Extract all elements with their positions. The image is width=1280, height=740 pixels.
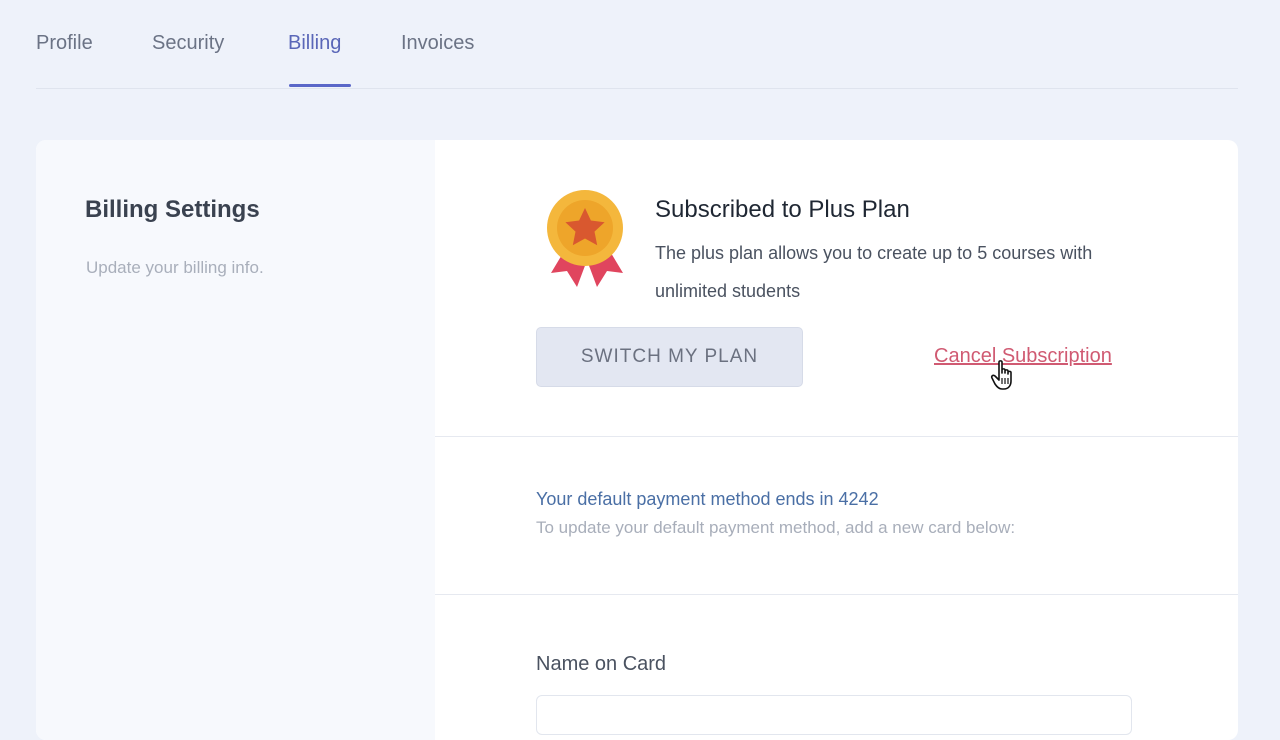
name-on-card-input[interactable] bbox=[536, 695, 1132, 735]
default-payment-method: Your default payment method ends in 4242 bbox=[536, 489, 879, 509]
tab-profile[interactable]: Profile bbox=[36, 32, 93, 55]
plan-description: The plus plan allows you to create up to… bbox=[655, 243, 1093, 301]
name-on-card-label: Name on Card bbox=[536, 653, 667, 675]
tab-billing[interactable]: Billing bbox=[288, 32, 341, 55]
billing-card: Billing Settings Update your billing inf… bbox=[36, 140, 1238, 740]
medal-icon bbox=[547, 190, 623, 287]
payment-update-hint: To update your default payment method, a… bbox=[536, 518, 1016, 537]
section-divider bbox=[435, 594, 1238, 595]
switch-plan-button[interactable]: SWITCH MY PLAN bbox=[536, 327, 803, 387]
tab-invoices[interactable]: Invoices bbox=[401, 32, 474, 55]
section-divider bbox=[435, 436, 1238, 437]
active-tab-indicator bbox=[289, 84, 351, 87]
settings-tabs: Profile Security Billing Invoices bbox=[36, 0, 1238, 89]
hand-cursor-icon bbox=[990, 360, 1012, 390]
billing-settings-panel: Billing Settings Update your billing inf… bbox=[36, 140, 435, 740]
billing-settings-subtitle: Update your billing info. bbox=[86, 258, 264, 277]
billing-settings-title: Billing Settings bbox=[85, 196, 260, 223]
plan-title: Subscribed to Plus Plan bbox=[655, 196, 910, 223]
cancel-subscription-link[interactable]: Cancel Subscription bbox=[934, 345, 1112, 368]
tab-security[interactable]: Security bbox=[152, 32, 224, 55]
